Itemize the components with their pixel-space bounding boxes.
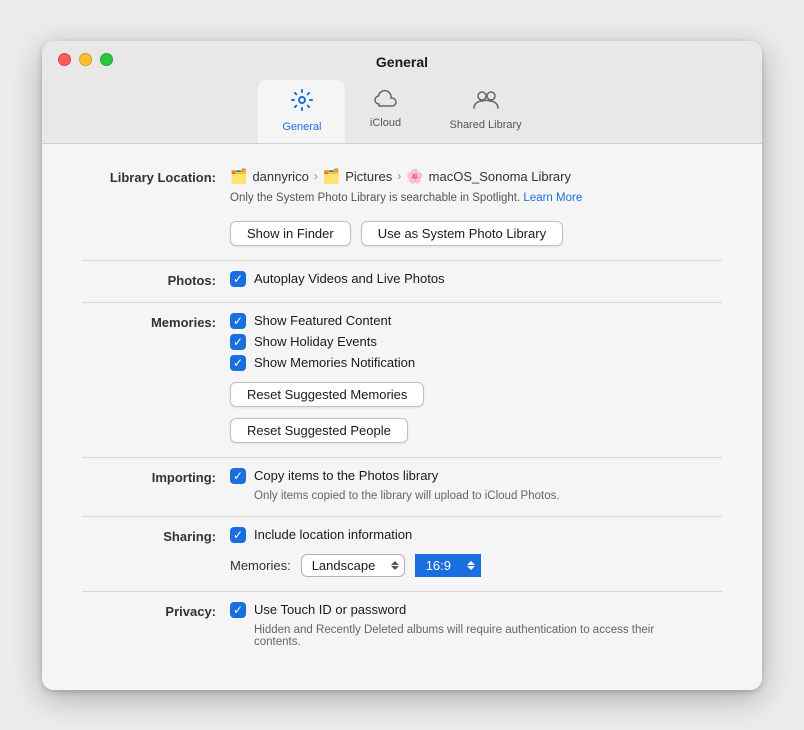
icloud-icon <box>373 88 397 114</box>
location-label: Include location information <box>254 527 412 542</box>
copy-label: Copy items to the Photos library <box>254 468 438 483</box>
touch-id-checkbox[interactable]: ✓ <box>230 602 246 618</box>
path-user: dannyrico <box>252 169 308 184</box>
importing-content: ✓ Copy items to the Photos library Only … <box>230 468 722 502</box>
path-library: macOS_Sonoma Library <box>429 169 571 184</box>
divider-1 <box>82 260 722 261</box>
sharing-section: Sharing: ✓ Include location information … <box>82 527 722 577</box>
ratio-select-wrapper: 16:9 4:3 1:1 <box>415 554 481 577</box>
notification-check-icon: ✓ <box>233 357 243 369</box>
sharing-label: Sharing: <box>82 527 230 544</box>
memories-label: Memories: <box>82 313 230 330</box>
featured-row: ✓ Show Featured Content <box>230 313 722 329</box>
library-icon: 🌸 <box>406 168 423 185</box>
library-location-section: Library Location: 🗂️ dannyrico › 🗂️ Pict… <box>82 168 722 246</box>
show-in-finder-button[interactable]: Show in Finder <box>230 221 351 246</box>
divider-4 <box>82 516 722 517</box>
photos-label: Photos: <box>82 271 230 288</box>
autoplay-checkbox[interactable]: ✓ <box>230 271 246 287</box>
tab-bar: General iCloud <box>258 80 545 143</box>
copy-note: Only items copied to the library will up… <box>230 490 722 502</box>
learn-more-link[interactable]: Learn More <box>523 192 582 204</box>
library-location-content: 🗂️ dannyrico › 🗂️ Pictures › 🌸 macOS_Son… <box>230 168 722 246</box>
user-folder-icon: 🗂️ <box>230 168 247 185</box>
library-location-label: Library Location: <box>82 168 230 185</box>
ratio-select[interactable]: 16:9 4:3 1:1 <box>415 554 481 577</box>
main-window: General General iCloud <box>42 41 762 690</box>
importing-section: Importing: ✓ Copy items to the Photos li… <box>82 468 722 502</box>
pictures-folder-icon: 🗂️ <box>323 168 340 185</box>
location-row: ✓ Include location information <box>230 527 722 543</box>
use-as-system-button[interactable]: Use as System Photo Library <box>361 221 563 246</box>
sharing-content: ✓ Include location information Memories:… <box>230 527 722 577</box>
notification-row: ✓ Show Memories Notification <box>230 355 722 371</box>
tab-icloud-label: iCloud <box>370 117 401 129</box>
privacy-label: Privacy: <box>82 602 230 619</box>
path-sep1: › <box>314 169 318 183</box>
privacy-section: Privacy: ✓ Use Touch ID or password Hidd… <box>82 602 722 648</box>
general-icon <box>290 88 314 118</box>
notification-label: Show Memories Notification <box>254 355 415 370</box>
tab-shared-library[interactable]: Shared Library <box>425 80 545 143</box>
divider-2 <box>82 302 722 303</box>
reset-memories-button[interactable]: Reset Suggested Memories <box>230 382 424 407</box>
window-title: General <box>58 54 746 70</box>
tab-general[interactable]: General <box>258 80 345 143</box>
touch-id-check-icon: ✓ <box>233 604 243 616</box>
library-note-text: Only the System Photo Library is searcha… <box>230 192 520 204</box>
orientation-select[interactable]: Landscape Portrait <box>301 554 405 577</box>
tab-icloud[interactable]: iCloud <box>345 80 425 143</box>
copy-checkbox[interactable]: ✓ <box>230 468 246 484</box>
importing-label: Importing: <box>82 468 230 485</box>
reset-buttons: Reset Suggested Memories <box>230 382 722 413</box>
photos-section: Photos: ✓ Autoplay Videos and Live Photo… <box>82 271 722 288</box>
memories-orientation-row: Memories: Landscape Portrait 1 <box>230 554 722 577</box>
touch-id-row: ✓ Use Touch ID or password <box>230 602 722 618</box>
notification-checkbox[interactable]: ✓ <box>230 355 246 371</box>
photos-content: ✓ Autoplay Videos and Live Photos <box>230 271 722 287</box>
autoplay-label: Autoplay Videos and Live Photos <box>254 271 445 286</box>
location-check-icon: ✓ <box>233 529 243 541</box>
library-path: 🗂️ dannyrico › 🗂️ Pictures › 🌸 macOS_Son… <box>230 168 722 185</box>
memories-section: Memories: ✓ Show Featured Content ✓ Show… <box>82 313 722 443</box>
library-note: Only the System Photo Library is searcha… <box>230 192 722 204</box>
divider-3 <box>82 457 722 458</box>
library-buttons: Show in Finder Use as System Photo Libra… <box>230 221 722 246</box>
holiday-row: ✓ Show Holiday Events <box>230 334 722 350</box>
location-checkbox[interactable]: ✓ <box>230 527 246 543</box>
path-sep2: › <box>397 169 401 183</box>
tab-shared-library-label: Shared Library <box>449 119 521 131</box>
holiday-label: Show Holiday Events <box>254 334 377 349</box>
featured-checkbox[interactable]: ✓ <box>230 313 246 329</box>
autoplay-row: ✓ Autoplay Videos and Live Photos <box>230 271 722 287</box>
holiday-checkbox[interactable]: ✓ <box>230 334 246 350</box>
featured-label: Show Featured Content <box>254 313 391 328</box>
touch-id-note: Hidden and Recently Deleted albums will … <box>230 624 670 648</box>
holiday-check-icon: ✓ <box>233 336 243 348</box>
copy-check-icon: ✓ <box>233 470 243 482</box>
shared-library-icon <box>472 88 500 116</box>
path-folder: Pictures <box>345 169 392 184</box>
memories-content: ✓ Show Featured Content ✓ Show Holiday E… <box>230 313 722 443</box>
reset-people-wrapper: Reset Suggested People <box>230 418 722 443</box>
privacy-content: ✓ Use Touch ID or password Hidden and Re… <box>230 602 722 648</box>
copy-row: ✓ Copy items to the Photos library <box>230 468 722 484</box>
tab-general-label: General <box>282 121 321 133</box>
divider-5 <box>82 591 722 592</box>
titlebar: General General iCloud <box>42 41 762 144</box>
reset-people-button[interactable]: Reset Suggested People <box>230 418 408 443</box>
orientation-select-wrapper: Landscape Portrait <box>301 554 405 577</box>
settings-content: Library Location: 🗂️ dannyrico › 🗂️ Pict… <box>42 144 762 690</box>
sharing-memories-label: Memories: <box>230 558 291 573</box>
featured-check-icon: ✓ <box>233 315 243 327</box>
autoplay-check-icon: ✓ <box>233 273 243 285</box>
touch-id-label: Use Touch ID or password <box>254 602 406 617</box>
